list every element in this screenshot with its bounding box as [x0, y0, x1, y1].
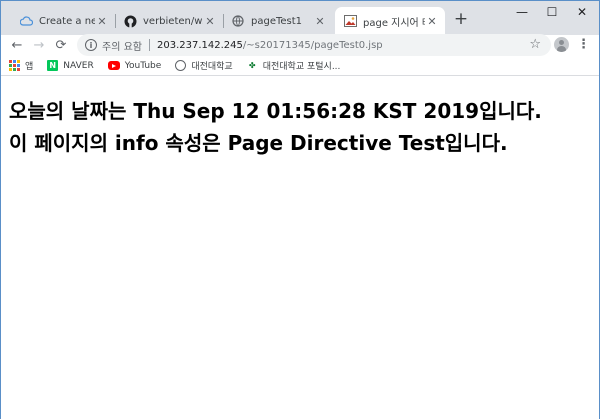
bookmarks-bar: 앱 N NAVER YouTube 대전대학교 ✤ 대전대학교 포털시...: [1, 56, 599, 76]
globe-icon: [231, 14, 245, 28]
close-icon[interactable]: ✕: [203, 15, 217, 28]
profile-avatar[interactable]: [554, 37, 569, 52]
forward-button[interactable]: →: [31, 35, 47, 55]
minimize-button[interactable]: —: [507, 1, 537, 23]
menu-icon[interactable]: ⋮: [577, 37, 590, 53]
address-bar[interactable]: i 주의 요함 203.237.142.245 /~s20171345/page…: [77, 34, 551, 56]
bookmark-label: 앱: [25, 62, 34, 72]
url-host: 203.237.142.245: [156, 39, 243, 51]
youtube-icon: [107, 61, 120, 70]
cloud-icon: [19, 14, 33, 28]
info-message: 이 페이지의 info 속성은 Page Directive Test입니다.: [9, 131, 508, 155]
apps-icon: [9, 60, 20, 71]
bookmark-label: NAVER: [63, 60, 94, 71]
browser-window: Create a new file ✕ verbieten/ws2019 ✕ p…: [0, 0, 600, 419]
back-button[interactable]: ←: [9, 35, 25, 55]
tab-title: pageTest1: [251, 15, 303, 27]
date-message: 오늘의 날짜는 Thu Sep 12 01:56:28 KST 2019입니다.: [9, 99, 542, 123]
tab-title: page 지시어 테스트: [363, 17, 425, 29]
bookmark-naver[interactable]: N NAVER: [47, 60, 94, 71]
bookmark-apps[interactable]: 앱: [9, 59, 33, 72]
reload-button[interactable]: ⟳: [53, 35, 69, 55]
bookmark-label: YouTube: [124, 60, 162, 71]
portal-icon: ✤: [248, 61, 256, 70]
tab-create-new-file[interactable]: Create a new file ✕: [11, 7, 115, 35]
tab-verbieten[interactable]: verbieten/ws2019 ✕: [115, 7, 223, 35]
bookmark-label: 대전대학교 포털시...: [262, 62, 341, 72]
page-content: 오늘의 날짜는 Thu Sep 12 01:56:28 KST 2019입니다.…: [1, 77, 599, 419]
bookmark-label: 대전대학교: [191, 62, 233, 72]
security-status[interactable]: 주의 요함: [102, 38, 142, 53]
url-path: /~s20171345/pageTest0.jsp: [242, 39, 383, 51]
new-tab-button[interactable]: +: [451, 10, 471, 30]
tab-title: Create a new file: [39, 15, 95, 27]
image-icon: [343, 14, 357, 28]
maximize-button[interactable]: ☐: [537, 1, 567, 23]
bookmark-daejeon-univ[interactable]: 대전대학교: [175, 59, 233, 72]
tab-pagetest1[interactable]: pageTest1 ✕: [223, 7, 333, 35]
bookmark-youtube[interactable]: YouTube: [107, 60, 162, 71]
tab-title: verbieten/ws2019: [143, 15, 203, 27]
naver-icon: N: [47, 60, 59, 71]
info-icon[interactable]: i: [85, 39, 97, 51]
github-icon: [123, 14, 137, 28]
bookmark-daejeon-portal[interactable]: ✤ 대전대학교 포털시...: [247, 59, 341, 72]
close-icon[interactable]: ✕: [313, 15, 327, 28]
address-divider: [148, 39, 150, 51]
browser-toolbar: ← → ⟳ i 주의 요함 203.237.142.245 /~s2017134…: [1, 34, 599, 56]
close-icon[interactable]: ✕: [425, 15, 439, 28]
tab-strip: Create a new file ✕ verbieten/ws2019 ✕ p…: [1, 1, 599, 35]
bookmark-star-icon[interactable]: ☆: [529, 37, 541, 52]
close-window-button[interactable]: ✕: [567, 1, 597, 23]
globe-icon: [175, 60, 187, 71]
tab-page-directive-test[interactable]: page 지시어 테스트 ✕: [335, 7, 445, 35]
close-icon[interactable]: ✕: [95, 15, 109, 28]
